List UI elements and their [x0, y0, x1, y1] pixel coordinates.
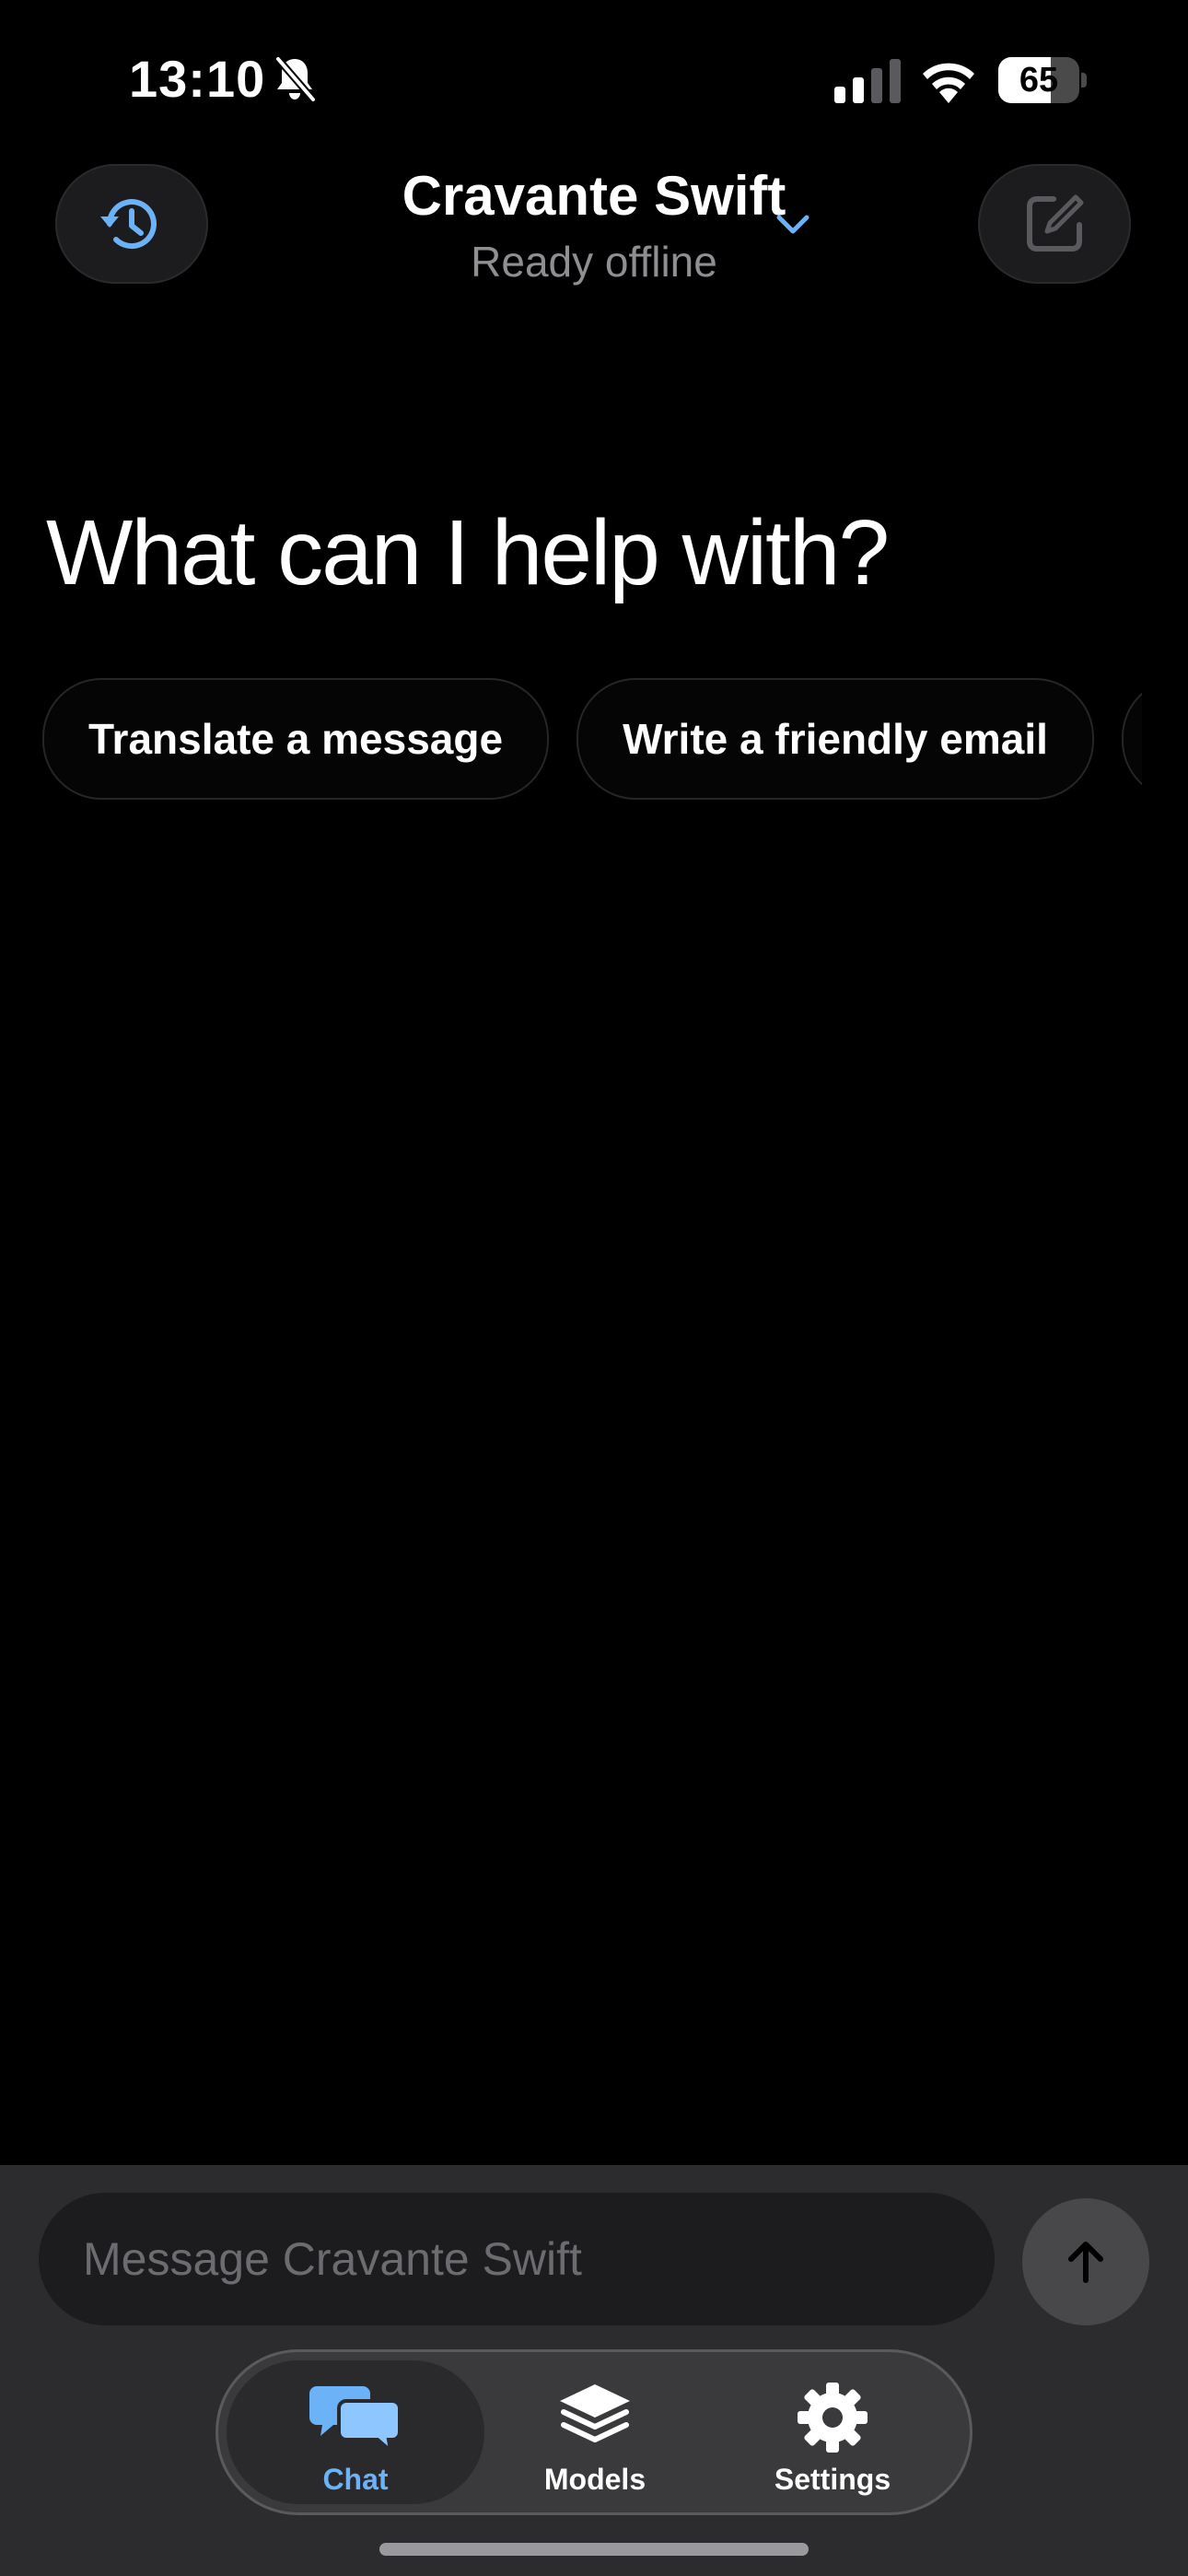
status-time: 13:10 [129, 50, 266, 108]
send-button[interactable] [1022, 2198, 1149, 2325]
app-status: Ready offline [471, 238, 717, 286]
app-title: Cravante Swift [402, 165, 786, 227]
new-chat-button[interactable] [978, 164, 1131, 284]
home-indicator[interactable] [379, 2543, 809, 2556]
message-input[interactable] [39, 2193, 995, 2325]
battery-level: 65 [1019, 61, 1059, 100]
suggestion-chip[interactable]: Write a friendly email [577, 678, 1094, 800]
bottom-panel: Chat Models [0, 2165, 1188, 2576]
tab-bar: Chat Models Settings [215, 2349, 973, 2515]
suggestion-carousel[interactable]: Translate a message Write a friendly ema… [42, 678, 1142, 803]
cellular-signal-icon [834, 59, 901, 103]
chat-bubbles-icon [309, 2386, 402, 2454]
status-bar: 13:10 65 [0, 0, 1188, 157]
history-button[interactable] [55, 164, 208, 284]
gear-icon [798, 2383, 868, 2453]
arrow-up-icon [1068, 2242, 1103, 2283]
bell-slash-icon [274, 55, 317, 103]
model-selector[interactable]: Cravante Swift Ready offline [276, 158, 912, 297]
tab-label: Chat [322, 2463, 389, 2496]
tab-models[interactable]: Models [466, 2360, 724, 2504]
tab-label: Models [543, 2463, 646, 2496]
history-icon [100, 199, 157, 250]
greeting-heading: What can I help with? [46, 501, 890, 604]
wifi-icon [923, 63, 974, 103]
tab-chat[interactable]: Chat [227, 2360, 484, 2504]
layers-icon [560, 2384, 630, 2442]
suggestion-chip[interactable]: Translate a message [42, 678, 550, 800]
suggestion-chip[interactable]: E [1121, 678, 1142, 800]
suggestion-list: Translate a message Write a friendly ema… [42, 678, 1142, 800]
tab-settings[interactable]: Settings [704, 2360, 961, 2504]
tab-label: Settings [774, 2463, 891, 2496]
battery-cap [1081, 73, 1087, 88]
battery-body: 65 [998, 57, 1079, 103]
compose-icon [1027, 194, 1084, 252]
battery-indicator: 65 [998, 57, 1087, 103]
